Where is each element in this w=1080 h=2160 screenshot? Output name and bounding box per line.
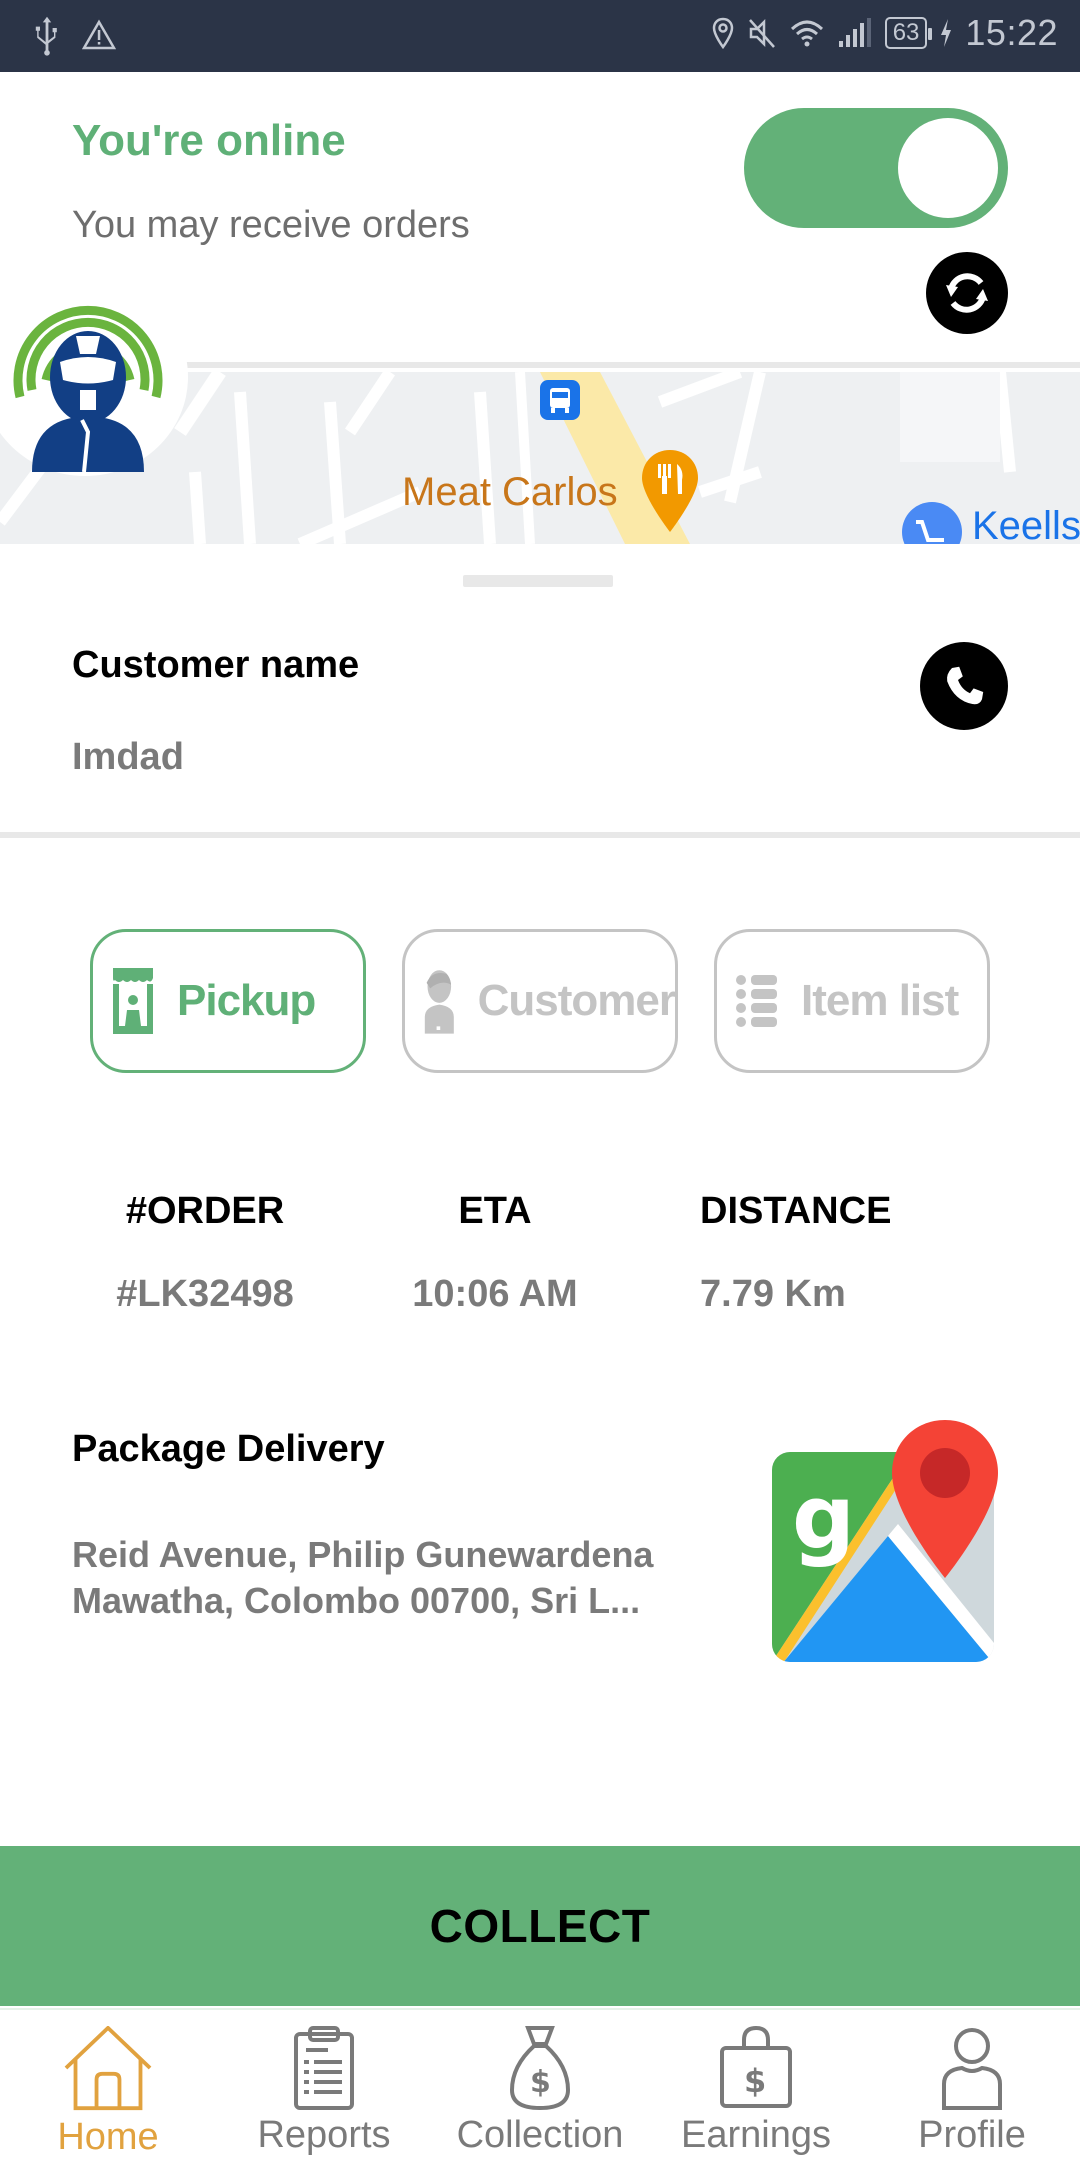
location-icon bbox=[712, 17, 733, 50]
customer-name-value: Imdad bbox=[72, 736, 184, 778]
money-bag-icon: $ bbox=[509, 2026, 571, 2110]
status-bar: 63 15:22 bbox=[0, 0, 1080, 72]
nav-collection[interactable]: $ Collection bbox=[440, 2016, 640, 2160]
nav-earnings[interactable]: $ Earnings bbox=[656, 2016, 856, 2160]
online-status-subtitle: You may receive orders bbox=[72, 204, 470, 246]
nav-reports[interactable]: Reports bbox=[224, 2016, 424, 2160]
tab-customer-label: Customer bbox=[477, 976, 676, 1025]
map-poi-label[interactable]: Meat Carlos bbox=[402, 470, 618, 515]
online-status-title: You're online bbox=[72, 116, 346, 165]
tab-customer[interactable]: Customer bbox=[402, 929, 678, 1073]
svg-text:g: g bbox=[792, 1466, 855, 1569]
svg-text:$: $ bbox=[744, 2062, 766, 2100]
driver-avatar bbox=[0, 278, 188, 476]
driver-avatar-icon bbox=[13, 305, 163, 472]
map-store-label[interactable]: Keells bbox=[972, 504, 1080, 544]
battery-indicator: 63 bbox=[884, 17, 933, 49]
customer-name-label: Customer name bbox=[72, 644, 360, 686]
refresh-icon bbox=[946, 273, 988, 313]
clock: 15:22 bbox=[965, 12, 1058, 53]
home-icon bbox=[64, 2026, 152, 2111]
package-address: Reid Avenue, Philip Gunewardena Mawatha,… bbox=[72, 1534, 654, 1621]
eta-header: ETA bbox=[458, 1190, 532, 1232]
order-number-value: #LK32498 bbox=[116, 1273, 294, 1315]
status-left-icons bbox=[30, 14, 116, 56]
tab-pickup-label: Pickup bbox=[177, 976, 316, 1025]
online-toggle[interactable] bbox=[744, 108, 1008, 228]
section-divider bbox=[0, 832, 1080, 838]
collect-button[interactable]: COLLECT bbox=[0, 1846, 1080, 2006]
nav-home[interactable]: Home bbox=[8, 2016, 208, 2160]
money-bag-lock-icon: $ bbox=[720, 2026, 792, 2108]
bus-stop-icon[interactable] bbox=[540, 380, 580, 420]
tab-item-list-label: Item list bbox=[801, 976, 959, 1025]
list-icon bbox=[736, 975, 777, 1027]
collect-button-label: COLLECT bbox=[429, 1900, 651, 1952]
nav-earnings-label: Earnings bbox=[681, 2114, 831, 2156]
nav-reports-label: Reports bbox=[257, 2114, 391, 2156]
nav-profile-label: Profile bbox=[918, 2114, 1026, 2156]
nav-profile[interactable]: Profile bbox=[872, 2016, 1072, 2160]
person-icon bbox=[424, 970, 454, 1034]
store-icon bbox=[113, 968, 153, 1034]
shopping-cart-pin-icon[interactable] bbox=[902, 502, 962, 544]
tab-item-list[interactable]: Item list bbox=[714, 929, 990, 1073]
sheet-drag-handle[interactable] bbox=[463, 575, 613, 587]
warning-icon bbox=[82, 19, 116, 50]
distance-header: DISTANCE bbox=[700, 1190, 892, 1232]
google-maps-icon: g bbox=[772, 1420, 998, 1662]
svg-text:$: $ bbox=[530, 2065, 551, 2100]
user-icon bbox=[942, 2028, 1002, 2110]
refresh-button[interactable] bbox=[926, 252, 1008, 334]
status-right-icons: 63 15:22 bbox=[711, 12, 1058, 54]
mute-icon bbox=[748, 18, 775, 48]
clipboard-icon bbox=[294, 2026, 354, 2110]
restaurant-pin-icon[interactable] bbox=[640, 448, 700, 534]
phone-icon bbox=[947, 666, 984, 705]
signal-icon bbox=[838, 18, 871, 47]
bottom-nav: Home Reports $ Collection $ Earnings Pro… bbox=[0, 2008, 1080, 2160]
eta-value: 10:06 AM bbox=[412, 1273, 578, 1315]
wifi-icon bbox=[790, 20, 823, 47]
distance-value: 7.79 Km bbox=[700, 1273, 846, 1315]
package-title: Package Delivery bbox=[72, 1428, 385, 1470]
charging-icon bbox=[941, 19, 952, 47]
call-customer-button[interactable] bbox=[920, 642, 1008, 730]
tab-pickup[interactable]: Pickup bbox=[90, 929, 366, 1073]
nav-collection-label: Collection bbox=[456, 2114, 624, 2156]
order-number-block: #ORDER #LK32498 bbox=[110, 1190, 300, 1316]
eta-block: ETA 10:06 AM bbox=[395, 1190, 595, 1316]
usb-icon bbox=[35, 16, 57, 56]
toggle-knob bbox=[898, 118, 998, 218]
nav-home-label: Home bbox=[57, 2116, 159, 2158]
distance-block: DISTANCE 7.79 Km bbox=[700, 1190, 915, 1316]
order-number-header: #ORDER bbox=[125, 1190, 285, 1232]
open-maps-button[interactable]: g bbox=[770, 1418, 1006, 1664]
